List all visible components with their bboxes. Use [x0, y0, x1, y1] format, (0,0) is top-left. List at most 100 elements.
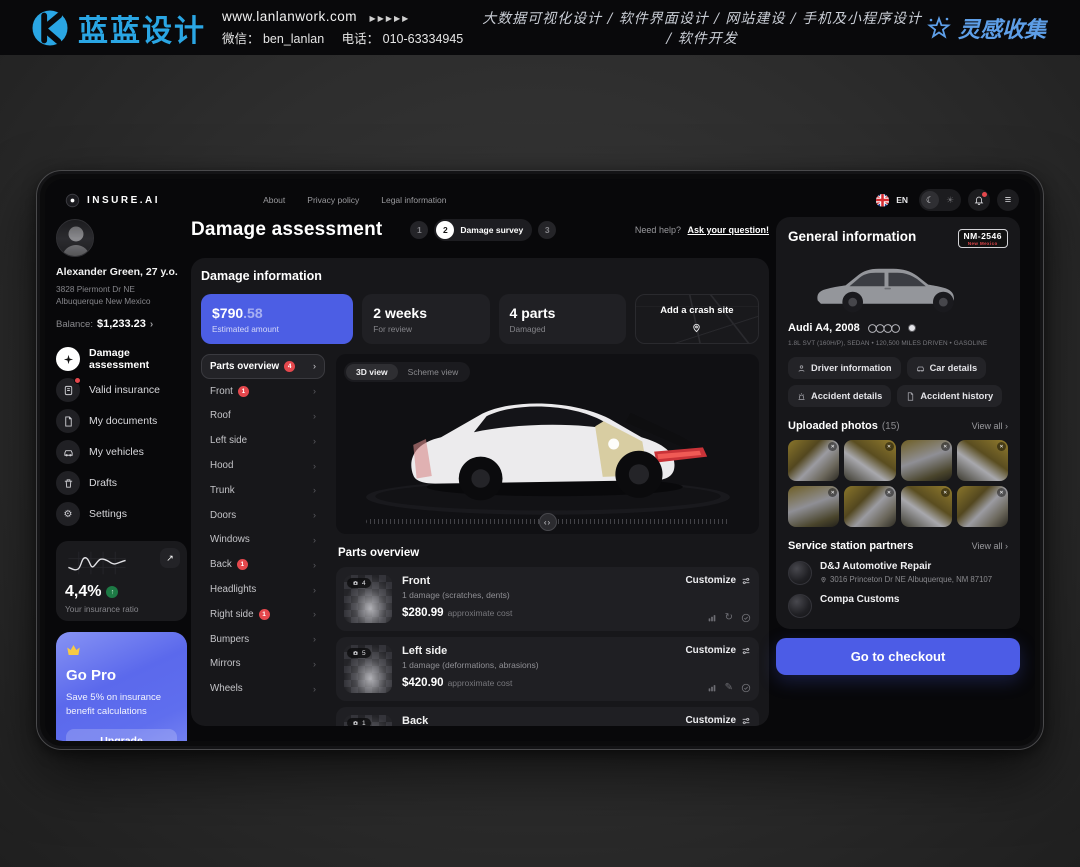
balance-row[interactable]: Balance: $1,233.23 ›	[56, 318, 187, 330]
uploaded-photo[interactable]: ✕	[788, 440, 839, 481]
check-circle-icon[interactable]	[741, 683, 751, 693]
button-car-details[interactable]: Car details	[907, 357, 987, 379]
customize-button[interactable]: Customize	[685, 645, 751, 656]
close-icon[interactable]: ✕	[885, 488, 894, 497]
user-avatar[interactable]	[56, 219, 94, 257]
parts-nav-right-side[interactable]: Right side1›	[201, 602, 325, 627]
parts-nav-label: Windows	[210, 534, 250, 545]
button-accident-history[interactable]: Accident history	[897, 385, 1002, 407]
partner-logo	[788, 594, 812, 618]
tab-scheme-view[interactable]: Scheme view	[398, 364, 469, 380]
sidebar-item-valid-insurance[interactable]: Valid insurance	[56, 378, 187, 402]
part-row-front[interactable]: 4Front1 damage (scratches, dents)$280.99…	[336, 567, 759, 631]
parts-nav-bumpers[interactable]: Bumpers›	[201, 627, 325, 652]
parts-nav-left-side[interactable]: Left side›	[201, 428, 325, 453]
camera-icon	[352, 720, 359, 726]
checkout-button[interactable]: Go to checkout	[776, 638, 1020, 675]
uk-flag-icon[interactable]	[876, 194, 889, 207]
close-icon[interactable]: ✕	[828, 488, 837, 497]
tab-3d-view[interactable]: 3D view	[346, 364, 398, 380]
parts-nav-windows[interactable]: Windows ›	[201, 528, 325, 553]
customize-button[interactable]: Customize	[685, 575, 751, 586]
sidebar-item-label: Valid insurance	[89, 384, 160, 396]
part-row-back[interactable]: 1BackCustomize↻	[336, 707, 759, 726]
car-side-illustration	[795, 256, 1001, 318]
parts-nav-roof[interactable]: Roof›	[201, 404, 325, 429]
car-3d-viewer[interactable]: 3D viewScheme view	[336, 354, 759, 534]
scrubber-handle[interactable]: ‹›	[539, 513, 557, 531]
nav-link-about[interactable]: About	[263, 195, 285, 205]
step-3[interactable]: 3	[538, 221, 556, 239]
button-driver-information[interactable]: Driver information	[788, 357, 901, 379]
parts-nav-headlights[interactable]: Headlights›	[201, 577, 325, 602]
right-column: General information NM-2546 New Mexico	[776, 217, 1020, 675]
uploaded-photo[interactable]: ✕	[957, 486, 1008, 527]
close-icon[interactable]: ✕	[885, 442, 894, 451]
partner-d-j-automotive-repair[interactable]: D&J Automotive Repair3016 Princeton Dr N…	[788, 561, 1008, 585]
light-mode-icon[interactable]: ☀	[941, 191, 959, 209]
notifications-button[interactable]	[968, 189, 990, 211]
close-icon[interactable]: ✕	[828, 442, 837, 451]
upgrade-button[interactable]: Upgrade	[66, 729, 177, 741]
dark-mode-icon[interactable]: ☾	[921, 191, 939, 209]
uploaded-photo[interactable]: ✕	[844, 440, 895, 481]
chevron-right-icon: ›	[313, 684, 316, 694]
plate-number: NM-2546	[964, 231, 1002, 241]
part-row-left-side[interactable]: 5Left side1 damage (deformations, abrasi…	[336, 637, 759, 701]
uploaded-photo[interactable]: ✕	[957, 440, 1008, 481]
uploaded-photo[interactable]: ✕	[901, 486, 952, 527]
partner-compa-customs[interactable]: Compa Customs	[788, 594, 1008, 618]
crown-icon	[66, 644, 81, 656]
parts-nav-doors[interactable]: Doors›	[201, 503, 325, 528]
button-accident-details[interactable]: Accident details	[788, 385, 891, 407]
ask-question-link[interactable]: Ask your question!	[687, 225, 769, 235]
uploaded-photo[interactable]: ✕	[901, 440, 952, 481]
sidebar-item-settings[interactable]: ⚙Settings	[56, 502, 187, 526]
promo-banner: 蓝蓝设计 www.lanlanwork.com ▶▶▶▶▶ 微信： ben_la…	[0, 0, 1080, 55]
nav-link-legal-information[interactable]: Legal information	[381, 195, 446, 205]
photos-view-all-link[interactable]: View all ›	[970, 421, 1008, 431]
banner-wechat: 微信： ben_lanlan	[222, 32, 324, 46]
sidebar-item-my-vehicles[interactable]: My vehicles	[56, 440, 187, 464]
parts-nav-parts-overview[interactable]: Parts overview4›	[201, 354, 325, 379]
customize-button[interactable]: Customize	[685, 715, 751, 726]
nav-link-privacy-policy[interactable]: Privacy policy	[307, 195, 359, 205]
add-crash-site-button[interactable]: Add a crash site	[635, 294, 759, 344]
sidebar-item-my-documents[interactable]: My documents	[56, 409, 187, 433]
chevron-right-icon: ›	[313, 535, 316, 545]
theme-toggle[interactable]: ☾ ☀	[919, 189, 961, 211]
document-icon	[56, 409, 80, 433]
close-icon[interactable]: ✕	[997, 442, 1006, 451]
parts-nav-wheels[interactable]: Wheels›	[201, 676, 325, 701]
plate-state: New Mexico	[964, 241, 1002, 246]
go-pro-title: Go Pro	[66, 667, 177, 684]
parts-nav-hood[interactable]: Hood›	[201, 453, 325, 478]
part-row-actions: Customize ✎	[685, 645, 751, 693]
photo-count: 1	[362, 720, 366, 727]
uploaded-photo[interactable]: ✕	[844, 486, 895, 527]
hamburger-menu-button[interactable]: ≡	[997, 189, 1019, 211]
part-thumbnail: 5	[344, 645, 392, 693]
help-prefix: Need help?	[635, 225, 681, 235]
bars-icon	[707, 613, 717, 623]
balance-label: Balance:	[56, 319, 93, 330]
insureai-logo-icon	[65, 193, 80, 208]
parts-nav-mirrors[interactable]: Mirrors›	[201, 652, 325, 677]
parts-nav-back[interactable]: Back1›	[201, 552, 325, 577]
open-ratio-button[interactable]: ↗	[160, 548, 180, 568]
parts-nav-trunk[interactable]: Trunk›	[201, 478, 325, 503]
edit-icon[interactable]: ✎	[725, 682, 733, 693]
parts-nav-front[interactable]: Front1›	[201, 379, 325, 404]
close-icon[interactable]: ✕	[941, 488, 950, 497]
uploaded-photo[interactable]: ✕	[788, 486, 839, 527]
partners-view-all-link[interactable]: View all ›	[970, 541, 1008, 551]
close-icon[interactable]: ✕	[941, 442, 950, 451]
sidebar-item-damage-assessment[interactable]: Damage assessment	[56, 347, 187, 371]
step-2-active[interactable]: 2 Damage survey	[434, 219, 532, 241]
check-circle-icon[interactable]	[741, 613, 751, 623]
language-label[interactable]: EN	[896, 195, 908, 205]
sidebar-item-drafts[interactable]: Drafts	[56, 471, 187, 495]
close-icon[interactable]: ✕	[997, 488, 1006, 497]
refresh-icon[interactable]: ↻	[725, 612, 733, 623]
step-1[interactable]: 1	[410, 221, 428, 239]
